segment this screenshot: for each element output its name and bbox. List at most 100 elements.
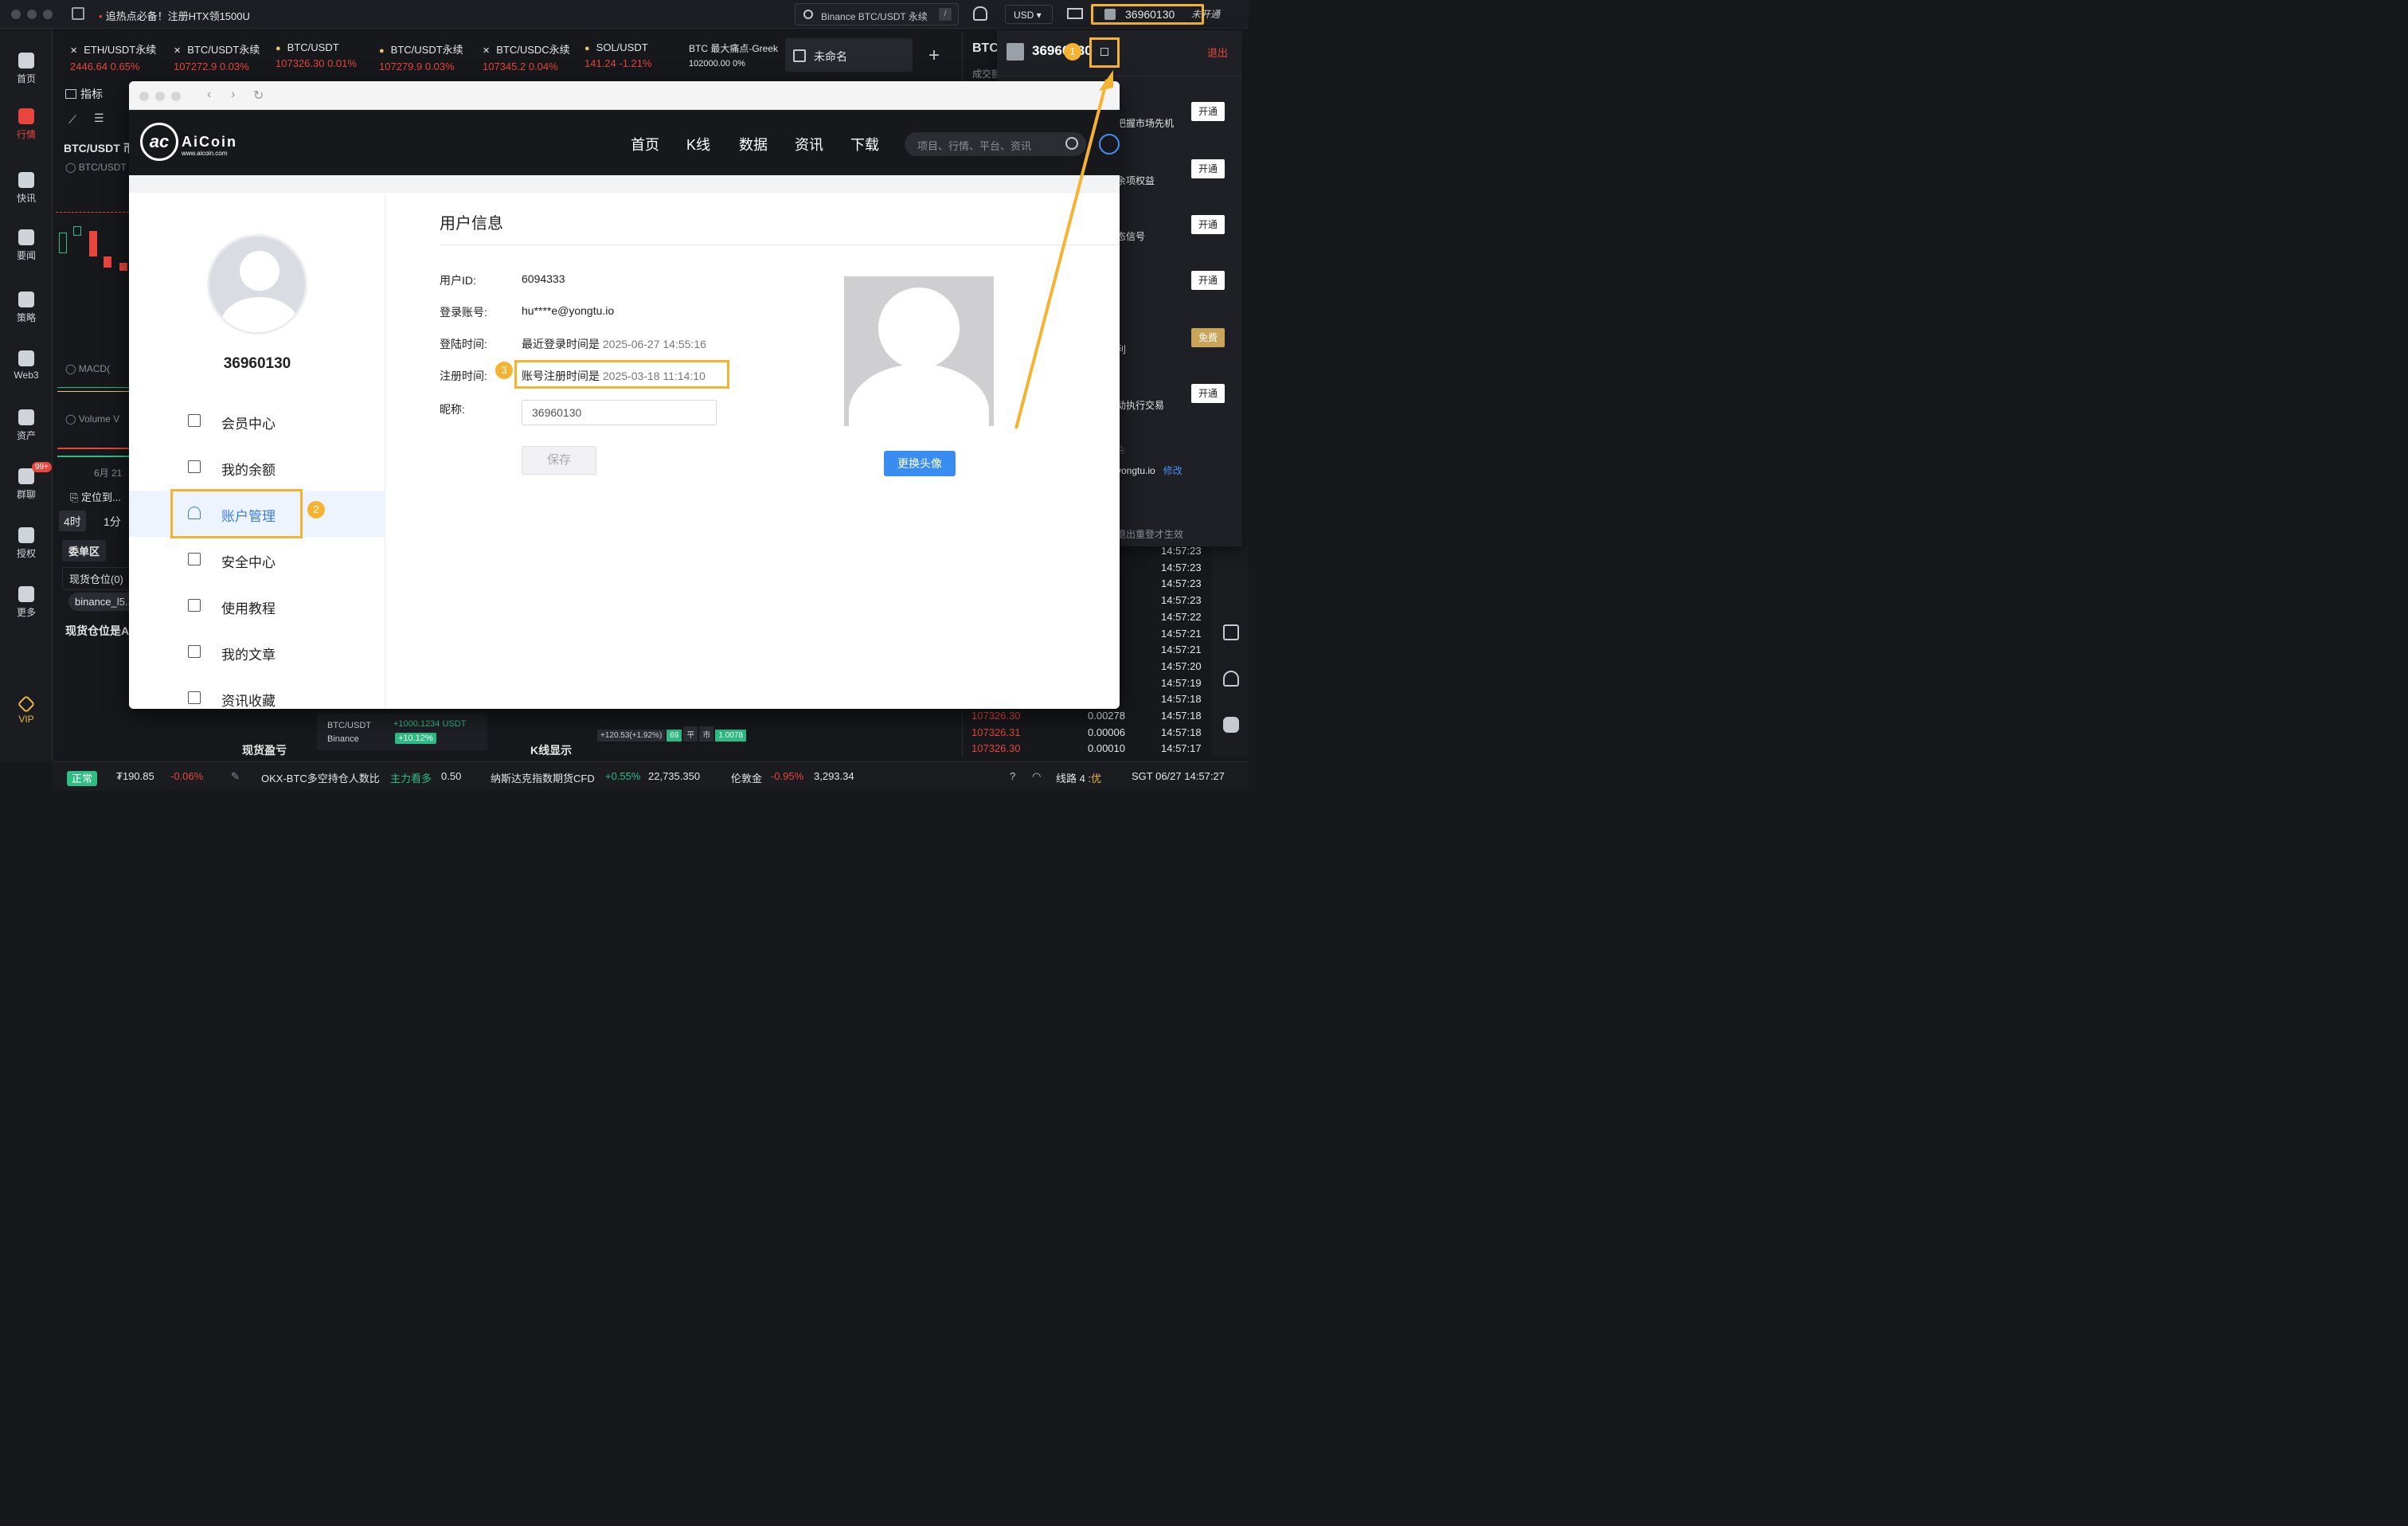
status-price-change: -0.06% xyxy=(170,770,204,782)
site-search-placeholder: 项目、行情、平台、资讯 xyxy=(917,140,1032,152)
copy-icon[interactable]: ⎘ xyxy=(1116,444,1236,456)
ticker-item[interactable]: BTC/USDC永续 107345.2 0.04% xyxy=(483,41,570,72)
menu-my-articles[interactable]: 我的文章 xyxy=(129,629,385,675)
nav-item-1[interactable]: 行情 xyxy=(0,102,53,142)
aicoin-logo-icon[interactable]: ac xyxy=(140,123,178,161)
spot-position-text: 现货仓位是A xyxy=(65,624,130,637)
save-button[interactable]: 保存 xyxy=(522,446,596,475)
checkbox-icon[interactable] xyxy=(793,49,806,62)
global-search[interactable]: Binance BTC/USDT 永续 / xyxy=(795,3,959,25)
nav-kline[interactable]: K线 xyxy=(686,134,710,155)
locate-label: 定位到... xyxy=(81,491,121,503)
login-time-value: 最近登录时间是 2025-06-27 14:55:16 xyxy=(522,336,706,352)
nav-news[interactable]: 资讯 xyxy=(795,134,823,155)
dropdown-activate-button[interactable]: 开通 xyxy=(1191,384,1225,403)
nav-label: 群聊 xyxy=(16,489,36,500)
order-card[interactable]: BTC/USDT Binance +1000.1234 USDT +10.12% xyxy=(317,714,487,750)
draw-line-icon[interactable]: ⟋ xyxy=(68,113,76,127)
ticker-item[interactable]: BTC/USDT永续 107272.9 0.03% xyxy=(174,41,260,72)
edit-profile-button[interactable] xyxy=(1089,37,1120,68)
spot-position-tab[interactable]: 现货仓位(0) xyxy=(62,567,131,590)
site-search-input[interactable]: 项目、行情、平台、资讯 xyxy=(905,132,1086,156)
menu-member-center[interactable]: 会员中心 xyxy=(129,398,385,444)
list-icon[interactable]: ☰ xyxy=(94,112,104,125)
timeframe-1m[interactable]: 1分 xyxy=(99,511,126,531)
nav-item-4[interactable]: 策略 xyxy=(0,292,53,324)
ticker-item[interactable]: BTC 最大痛点-Greek 102000.00 0% xyxy=(689,41,778,68)
nav-item-2[interactable]: 快讯 xyxy=(0,172,53,205)
ticker-item[interactable]: SOL/USDT 141.24 -1.21% xyxy=(584,41,652,69)
gold-label[interactable]: 伦敦金 xyxy=(731,770,762,785)
nav-item-0[interactable]: 首页 xyxy=(0,53,53,85)
help-icon[interactable]: ? xyxy=(1010,770,1015,782)
menu-label: 我的余额 xyxy=(221,463,276,478)
window-close-dot[interactable] xyxy=(11,10,21,19)
kline-ratio: 1.0078 xyxy=(715,730,746,741)
back-icon[interactable]: ‹ xyxy=(207,88,211,102)
user-account-button[interactable]: 36960130 xyxy=(1091,4,1204,25)
timeframe-4h[interactable]: 4时 xyxy=(59,511,86,531)
nickname-input[interactable] xyxy=(522,400,717,425)
ticker-item[interactable]: BTC/USDT永续 107279.9 0.03% xyxy=(379,41,463,72)
ticker-item[interactable]: BTC/USDT 107326.30 0.01% xyxy=(276,41,357,69)
ticker-name: BTC/USDT xyxy=(276,41,357,53)
ticker-name: ETH/USDT永续 xyxy=(70,41,156,57)
menu-balance[interactable]: 我的余额 xyxy=(129,444,385,491)
spot-pnl-label: 现货盈亏 xyxy=(242,744,287,757)
logout-link[interactable]: 退出 xyxy=(1207,45,1228,60)
robot-icon[interactable] xyxy=(1223,717,1239,733)
nav-item-10[interactable]: VIP xyxy=(0,695,53,725)
nav-download[interactable]: 下载 xyxy=(850,134,879,155)
currency-select[interactable]: USD ▾ xyxy=(1005,5,1053,24)
menu-tutorial[interactable]: 使用教程 xyxy=(129,583,385,629)
dropdown-activate-button[interactable]: 开通 xyxy=(1191,215,1225,234)
indicator-button[interactable]: 指标 xyxy=(65,86,103,102)
step-marker-3: 3 xyxy=(495,362,513,379)
browser-close-dot[interactable] xyxy=(139,92,149,101)
nav-data[interactable]: 数据 xyxy=(739,134,768,155)
add-tab-icon[interactable]: + xyxy=(928,45,940,67)
dropdown-activate-button[interactable]: 免费 xyxy=(1191,328,1225,347)
dropdown-activate-button[interactable]: 开通 xyxy=(1191,102,1225,121)
mail-icon[interactable] xyxy=(1067,8,1083,19)
network-line[interactable]: 线路 4 :优 xyxy=(1056,770,1101,785)
order-area-tab[interactable]: 委单区 xyxy=(62,540,107,561)
browser-zoom-dot[interactable] xyxy=(171,92,181,101)
unnamed-tab[interactable]: 未命名 xyxy=(785,38,913,72)
candle xyxy=(104,256,111,268)
nav-item-3[interactable]: 要闻 xyxy=(0,229,53,262)
browser-minimize-dot[interactable] xyxy=(155,92,165,101)
kline-display-label: K线显示 xyxy=(530,744,573,757)
nav-item-6[interactable]: 资产 xyxy=(0,409,53,442)
vip-status[interactable]: 未开通 xyxy=(1191,7,1220,21)
nav-item-8[interactable]: 授权 xyxy=(0,527,53,560)
trade-time: 14:57:21 xyxy=(1161,644,1202,656)
promo-notice[interactable]: • 追热点必备！注册HTX领1500U xyxy=(99,8,250,23)
menu-security-center[interactable]: 安全中心 xyxy=(129,537,385,583)
search-icon[interactable] xyxy=(1065,137,1078,150)
edit-icon[interactable]: ✎ xyxy=(231,770,240,783)
nav-item-5[interactable]: Web3 xyxy=(0,350,53,381)
locate-button[interactable]: ⎘ 定位到... xyxy=(70,489,121,504)
reload-icon[interactable]: ↻ xyxy=(253,88,264,104)
window-minimize-dot[interactable] xyxy=(27,10,37,19)
ticker-item[interactable]: ETH/USDT永续 2446.64 0.65% xyxy=(70,41,156,72)
dropdown-activate-button[interactable]: 开通 xyxy=(1191,271,1225,290)
change-avatar-button[interactable]: 更换头像 xyxy=(884,451,956,476)
bell-icon[interactable] xyxy=(973,6,987,21)
workspace-icon[interactable] xyxy=(72,7,84,20)
layout-icon[interactable] xyxy=(1223,624,1239,640)
nav-home[interactable]: 首页 xyxy=(631,134,659,155)
x-axis-date: 6月 21 xyxy=(94,468,123,479)
nav-item-7[interactable]: 群聊 99+ xyxy=(0,462,53,501)
window-zoom-dot[interactable] xyxy=(43,10,53,19)
okx-ratio-label[interactable]: OKX-BTC多空持仓人数比 xyxy=(261,770,380,785)
forward-icon[interactable]: › xyxy=(231,88,235,102)
nav-item-9[interactable]: 更多 xyxy=(0,586,53,619)
user-avatar-icon[interactable] xyxy=(1099,134,1120,155)
nasdaq-label[interactable]: 纳斯达克指数期货CFD xyxy=(491,770,595,785)
modify-email-link[interactable]: 修改 xyxy=(1163,465,1182,476)
menu-news-favorites[interactable]: 资讯收藏 xyxy=(129,675,385,709)
headset-icon[interactable] xyxy=(1223,671,1239,687)
dropdown-activate-button[interactable]: 开通 xyxy=(1191,159,1225,178)
